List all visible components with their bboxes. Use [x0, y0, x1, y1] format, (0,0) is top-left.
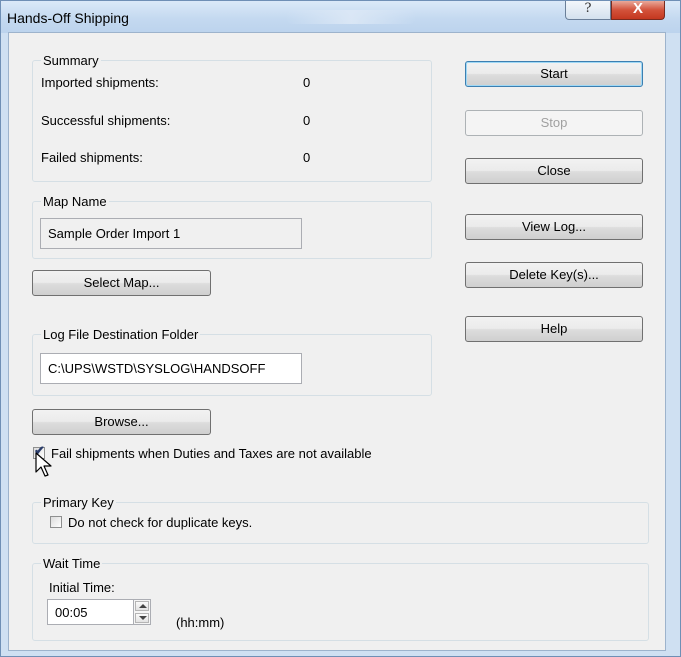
start-button[interactable]: Start	[465, 61, 643, 87]
initial-time-field[interactable]: 00:05	[47, 599, 134, 625]
successful-shipments-label: Successful shipments:	[41, 113, 171, 128]
close-button[interactable]: Close	[465, 158, 643, 184]
title-bar-glow	[286, 10, 416, 24]
fail-shipments-label[interactable]: Fail shipments when Duties and Taxes are…	[51, 446, 372, 461]
title-bar[interactable]: Hands-Off Shipping ? X	[1, 0, 680, 33]
spin-up-button[interactable]	[135, 601, 149, 611]
view-log-button[interactable]: View Log...	[465, 214, 643, 240]
initial-time-spinner[interactable]	[133, 599, 151, 625]
no-duplicate-check-checkbox[interactable]	[50, 516, 62, 528]
titlebar-close-button[interactable]: X	[611, 0, 665, 20]
successful-shipments-value: 0	[303, 113, 311, 128]
spin-up-arrow-icon	[139, 604, 147, 608]
browse-button[interactable]: Browse...	[32, 409, 211, 435]
initial-time-label: Initial Time:	[49, 580, 115, 595]
time-unit-label: (hh:mm)	[176, 615, 225, 630]
imported-shipments-value: 0	[303, 75, 311, 90]
wait-time-group-title: Wait Time	[41, 556, 103, 571]
select-map-button[interactable]: Select Map...	[32, 270, 211, 296]
delete-keys-button[interactable]: Delete Key(s)...	[465, 262, 643, 288]
failed-shipments-label: Failed shipments:	[41, 150, 143, 165]
titlebar-help-button[interactable]: ?	[565, 1, 611, 20]
log-folder-group-title: Log File Destination Folder	[41, 327, 201, 342]
map-name-field: Sample Order Import 1	[40, 218, 302, 249]
help-question-icon: ?	[584, 1, 592, 16]
mouse-pointer-icon	[35, 452, 52, 477]
close-icon: X	[632, 0, 643, 17]
summary-group-title: Summary	[41, 53, 101, 68]
no-duplicate-check-label[interactable]: Do not check for duplicate keys.	[68, 515, 252, 530]
spin-down-arrow-icon	[139, 616, 147, 620]
failed-shipments-value: 0	[303, 150, 311, 165]
imported-shipments-label: Imported shipments:	[41, 75, 159, 90]
log-folder-field[interactable]: C:\UPS\WSTD\SYSLOG\HANDSOFF	[40, 353, 302, 384]
window-title: Hands-Off Shipping	[7, 10, 129, 26]
map-name-group-title: Map Name	[41, 194, 109, 209]
spin-down-button[interactable]	[135, 613, 149, 623]
stop-button[interactable]: Stop	[465, 110, 643, 136]
primary-key-group-title: Primary Key	[41, 495, 116, 510]
help-button[interactable]: Help	[465, 316, 643, 342]
